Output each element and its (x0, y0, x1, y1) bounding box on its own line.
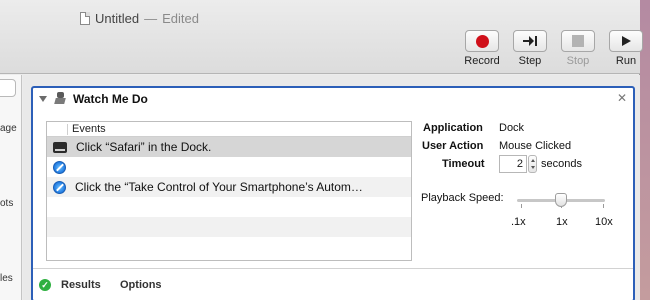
step-icon (523, 36, 537, 46)
results-button[interactable]: Results (61, 279, 101, 291)
step-label: Step (518, 55, 542, 67)
tick-label-mid: 1x (556, 216, 568, 228)
events-column-header[interactable]: Events (72, 123, 106, 135)
safari-icon (53, 180, 66, 194)
timeout-label: Timeout (442, 158, 485, 170)
run-button[interactable] (609, 30, 643, 52)
timeout-unit: seconds (541, 158, 582, 170)
step-button[interactable] (513, 30, 547, 52)
robot-icon (53, 92, 67, 106)
library-search-field[interactable] (0, 79, 16, 97)
tick-label-max: 10x (595, 216, 613, 228)
stop-tool[interactable]: Stop (558, 30, 598, 67)
run-label: Run (615, 55, 637, 67)
events-table-header: Events (47, 122, 411, 137)
record-button[interactable] (465, 30, 499, 52)
timeout-stepper[interactable] (528, 155, 537, 173)
step-tool[interactable]: Step (510, 30, 550, 67)
close-icon[interactable]: ✕ (617, 91, 627, 105)
check-icon: ✓ (39, 279, 51, 291)
event-row[interactable]: Click the “Take Control of Your Smartpho… (47, 177, 411, 197)
slider-thumb[interactable] (555, 193, 567, 207)
stop-label: Stop (566, 55, 590, 67)
library-item-fragment[interactable]: les (0, 273, 13, 284)
action-title: Watch Me Do (73, 92, 148, 106)
application-value: Dock (499, 122, 525, 134)
workflow-area: Watch Me Do ✕ Events Click “Safari” in t… (23, 75, 640, 300)
tick-label-min: .1x (511, 216, 526, 228)
record-label: Record (464, 55, 500, 67)
library-item-fragment[interactable]: age (0, 123, 17, 134)
run-tool[interactable]: Run (606, 30, 646, 67)
action-header: Watch Me Do ✕ (33, 88, 633, 110)
automator-window: Untitled — Edited Record Step Stop Run a… (0, 0, 643, 300)
event-text: Click the “Take Control of Your Smartpho… (75, 180, 363, 194)
toolbar: Untitled — Edited Record Step Stop Run (0, 0, 643, 74)
slider-tick (521, 204, 522, 208)
toolbar-buttons: Record Step Stop Run (462, 30, 646, 67)
event-text: Click “Safari” in the Dock. (76, 140, 212, 154)
playback-speed-label: Playback Speed: (421, 192, 504, 204)
events-table[interactable]: Events Click “Safari” in the Dock. Click… (46, 121, 412, 261)
stop-icon (572, 35, 584, 47)
slider-tick (603, 204, 604, 208)
window-title-text: Untitled (95, 10, 140, 26)
timeout-field[interactable]: 2 (499, 155, 527, 173)
event-row[interactable]: Click “Safari” in the Dock. (47, 137, 411, 157)
user-action-value: Mouse Clicked (499, 140, 572, 152)
application-label: Application (423, 122, 483, 134)
title-separator: — (144, 10, 158, 26)
safari-icon (53, 160, 66, 174)
empty-row (47, 237, 411, 257)
library-panel: age ots les (0, 75, 22, 300)
action-footer: ✓ Results Options (33, 268, 633, 300)
play-icon (622, 36, 631, 46)
library-item-fragment[interactable]: ots (0, 198, 13, 209)
window-title: Untitled — Edited (80, 9, 199, 27)
user-action-label: User Action (422, 140, 484, 152)
record-tool[interactable]: Record (462, 30, 502, 67)
column-divider (67, 124, 68, 135)
options-button[interactable]: Options (120, 279, 162, 291)
edited-indicator[interactable]: Edited (162, 11, 199, 26)
dock-icon (53, 141, 67, 153)
disclosure-triangle-icon[interactable] (39, 96, 47, 102)
empty-row (47, 197, 411, 217)
watch-me-do-action[interactable]: Watch Me Do ✕ Events Click “Safari” in t… (31, 86, 635, 300)
event-row[interactable] (47, 157, 411, 177)
stop-button[interactable] (561, 30, 595, 52)
empty-row (47, 217, 411, 237)
record-icon (475, 34, 489, 48)
document-icon (80, 11, 90, 25)
